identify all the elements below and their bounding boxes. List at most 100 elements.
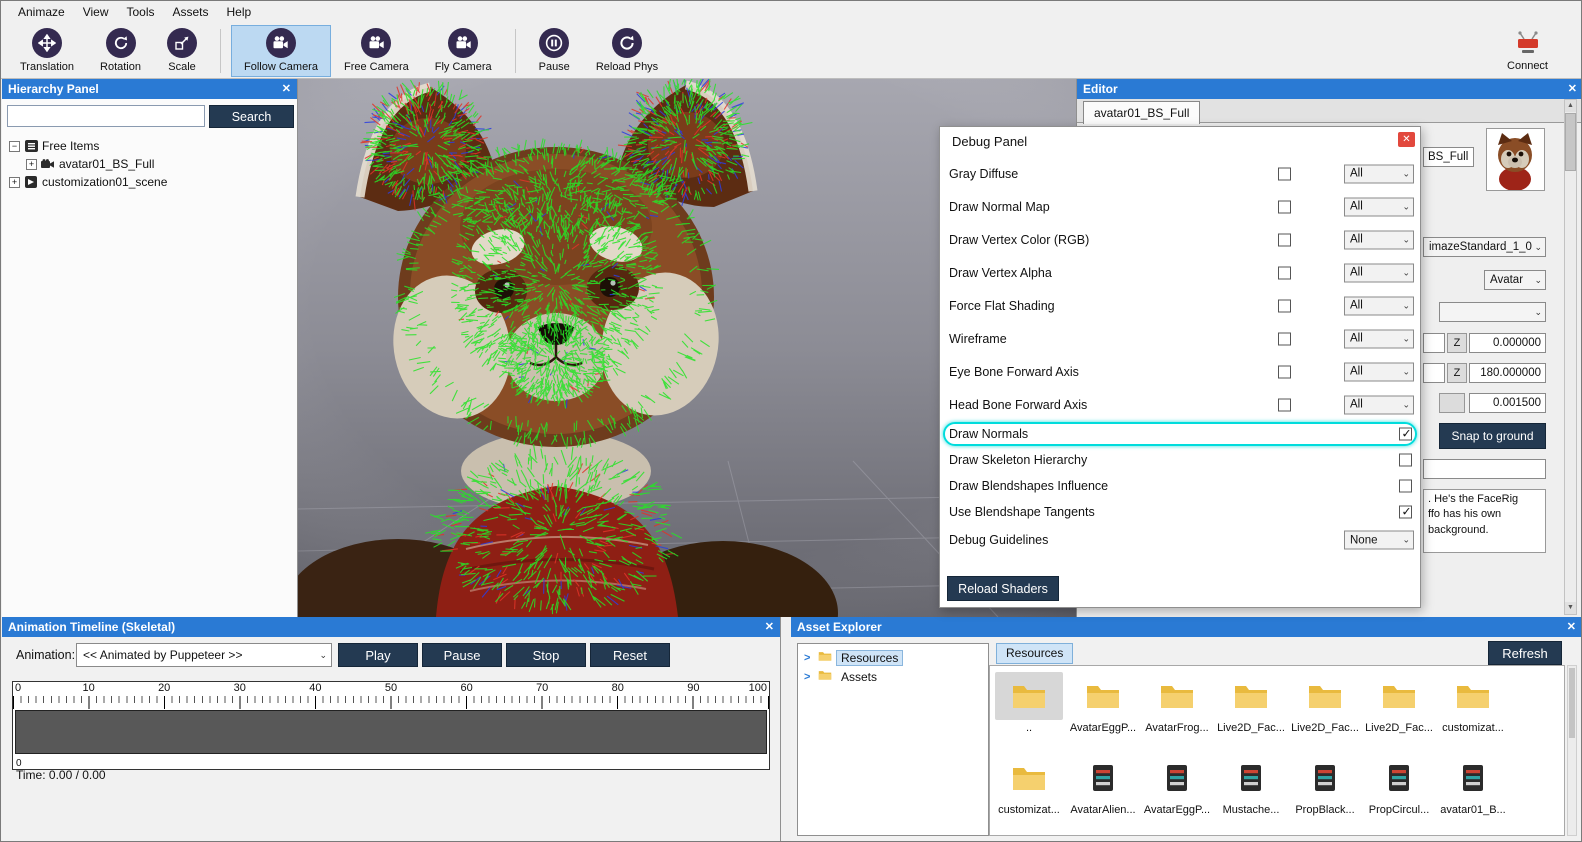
standard-dropdown[interactable]: imazeStandard_1_0 ⌄ <box>1423 237 1546 257</box>
dropdown[interactable]: All ⌄ <box>1344 296 1414 315</box>
dropdown[interactable]: All ⌄ <box>1344 164 1414 183</box>
close-icon[interactable]: ✕ <box>1567 617 1576 637</box>
asset-item[interactable]: PropBlack... <box>1288 754 1362 834</box>
tab-avatar01-bs-full[interactable]: avatar01_BS_Full <box>1083 101 1201 124</box>
checkbox[interactable] <box>1278 398 1291 411</box>
expand-icon[interactable]: + <box>26 158 37 170</box>
search-button[interactable]: Search <box>209 105 294 128</box>
tool-pause[interactable]: Pause <box>526 25 583 77</box>
reload-shaders-button[interactable]: Reload Shaders <box>947 576 1059 601</box>
tree-item-free-items[interactable]: − Free Items <box>9 137 99 155</box>
menu-assets[interactable]: Assets <box>164 3 218 21</box>
scrollbar-thumb[interactable] <box>1565 113 1576 171</box>
checkbox[interactable] <box>1278 299 1291 312</box>
video-camera-icon <box>265 28 296 58</box>
asset-item[interactable]: AvatarEggP... <box>1140 754 1214 834</box>
asset-item[interactable]: customizat... <box>1436 672 1510 752</box>
tree-item-avatar[interactable]: + avatar01_BS_Full <box>26 155 154 173</box>
checkbox[interactable] <box>1278 233 1291 246</box>
clipped-field[interactable] <box>1423 333 1445 353</box>
type-dropdown[interactable]: Avatar ⌄ <box>1484 270 1546 290</box>
menu-tools[interactable]: Tools <box>117 3 163 21</box>
checkbox[interactable] <box>1399 505 1413 519</box>
dropdown[interactable]: All ⌄ <box>1344 329 1414 348</box>
editor-scrollbar[interactable]: ▲ ▼ <box>1564 99 1577 615</box>
menu-animaze[interactable]: Animaze <box>9 3 74 21</box>
play-button[interactable]: Play <box>338 643 418 667</box>
scroll-down-icon[interactable]: ▼ <box>1565 602 1576 614</box>
description-field[interactable]: . He's the FaceRig ffo has his own backg… <box>1423 489 1546 553</box>
debug-rows: Gray Diffuse All ⌄ Draw Normal Map All ⌄ D… <box>940 157 1420 555</box>
checkbox[interactable] <box>1399 453 1412 467</box>
asset-tree-resources[interactable]: > Resources <box>798 648 988 667</box>
checkbox[interactable] <box>1399 427 1413 441</box>
checkbox[interactable] <box>1278 365 1291 378</box>
rotation-z-field[interactable]: 0.000000 <box>1469 333 1546 353</box>
asset-item[interactable]: AvatarAlien... <box>1066 754 1140 834</box>
expand-icon[interactable]: + <box>9 176 20 188</box>
tool-connect[interactable]: Connect <box>1494 25 1561 77</box>
rotation2-z-field[interactable]: 180.000000 <box>1469 363 1546 383</box>
tool-follow-camera[interactable]: Follow Camera <box>231 24 331 77</box>
chevron-right-icon[interactable]: > <box>804 671 814 683</box>
scroll-up-icon[interactable]: ▲ <box>1565 100 1576 112</box>
asset-item[interactable]: AvatarFrog... <box>1140 672 1214 752</box>
snap-to-ground-button[interactable]: Snap to ground <box>1439 423 1546 449</box>
avatar-icon <box>41 158 55 170</box>
dropdown[interactable]: All ⌄ <box>1344 362 1414 381</box>
asset-item[interactable]: Mustache... <box>1214 754 1288 834</box>
tab-resources[interactable]: Resources <box>996 643 1074 664</box>
asset-item[interactable]: customizat... <box>992 754 1066 834</box>
tool-fly-camera[interactable]: Fly Camera <box>422 25 505 77</box>
timeline-ruler[interactable]: 0 10 20 30 40 50 60 70 80 90 100 0 <box>12 681 770 770</box>
checkbox[interactable] <box>1278 266 1291 279</box>
scale-field[interactable]: 0.001500 <box>1469 393 1546 413</box>
collapse-icon[interactable]: − <box>9 140 20 152</box>
tool-rotation[interactable]: Rotation <box>87 25 154 77</box>
asset-scrollbar[interactable] <box>1567 665 1577 836</box>
close-icon[interactable]: ✕ <box>282 79 291 99</box>
empty-text-field[interactable] <box>1423 459 1546 479</box>
checkbox[interactable] <box>1278 332 1291 345</box>
dropdown[interactable]: All ⌄ <box>1344 263 1414 282</box>
asset-tree-label[interactable]: Assets <box>836 669 882 685</box>
clipped-field[interactable] <box>1423 363 1445 383</box>
tree-item-scene[interactable]: + customization01_scene <box>9 173 167 191</box>
tool-translation[interactable]: Translation <box>7 25 87 77</box>
asset-tree-assets[interactable]: > Assets <box>798 667 988 686</box>
checkbox[interactable] <box>1278 167 1291 180</box>
menu-view[interactable]: View <box>74 3 118 21</box>
empty-dropdown[interactable]: ⌄ <box>1439 302 1546 322</box>
menu-help[interactable]: Help <box>218 3 261 21</box>
close-icon[interactable]: ✕ <box>1398 132 1415 147</box>
search-input[interactable] <box>7 105 205 127</box>
stop-button[interactable]: Stop <box>506 643 586 667</box>
tool-reload-phys[interactable]: Reload Phys <box>583 25 671 77</box>
asset-item[interactable]: PropCircul... <box>1362 754 1436 834</box>
checkbox[interactable] <box>1278 200 1291 213</box>
checkbox[interactable] <box>1399 479 1412 493</box>
scrollbar-thumb[interactable] <box>1569 668 1575 738</box>
asset-item[interactable]: Live2D_Fac... <box>1288 672 1362 752</box>
dropdown[interactable]: All ⌄ <box>1344 395 1414 414</box>
asset-item[interactable]: avatar01_B... <box>1436 754 1510 834</box>
pause-button[interactable]: Pause <box>422 643 502 667</box>
close-icon[interactable]: ✕ <box>1568 79 1577 99</box>
refresh-button[interactable]: Refresh <box>1488 641 1562 665</box>
dropdown[interactable]: All ⌄ <box>1344 230 1414 249</box>
avatar-name-field[interactable]: BS_Full <box>1423 147 1474 167</box>
close-icon[interactable]: ✕ <box>765 617 774 637</box>
chevron-right-icon[interactable]: > <box>804 652 814 664</box>
asset-item[interactable]: Live2D_Fac... <box>1214 672 1288 752</box>
tool-scale[interactable]: Scale <box>154 25 210 77</box>
tool-free-camera[interactable]: Free Camera <box>331 25 422 77</box>
asset-item[interactable]: AvatarEggP... <box>1066 672 1140 752</box>
timeline-track[interactable] <box>15 710 767 754</box>
asset-item[interactable]: .. <box>992 672 1066 752</box>
animation-dropdown[interactable]: << Animated by Puppeteer >> ⌄ <box>76 643 332 667</box>
reset-button[interactable]: Reset <box>590 643 670 667</box>
asset-item[interactable]: Live2D_Fac... <box>1362 672 1436 752</box>
asset-tree-label[interactable]: Resources <box>836 649 904 666</box>
dropdown[interactable]: None ⌄ <box>1344 530 1414 550</box>
dropdown[interactable]: All ⌄ <box>1344 197 1414 216</box>
